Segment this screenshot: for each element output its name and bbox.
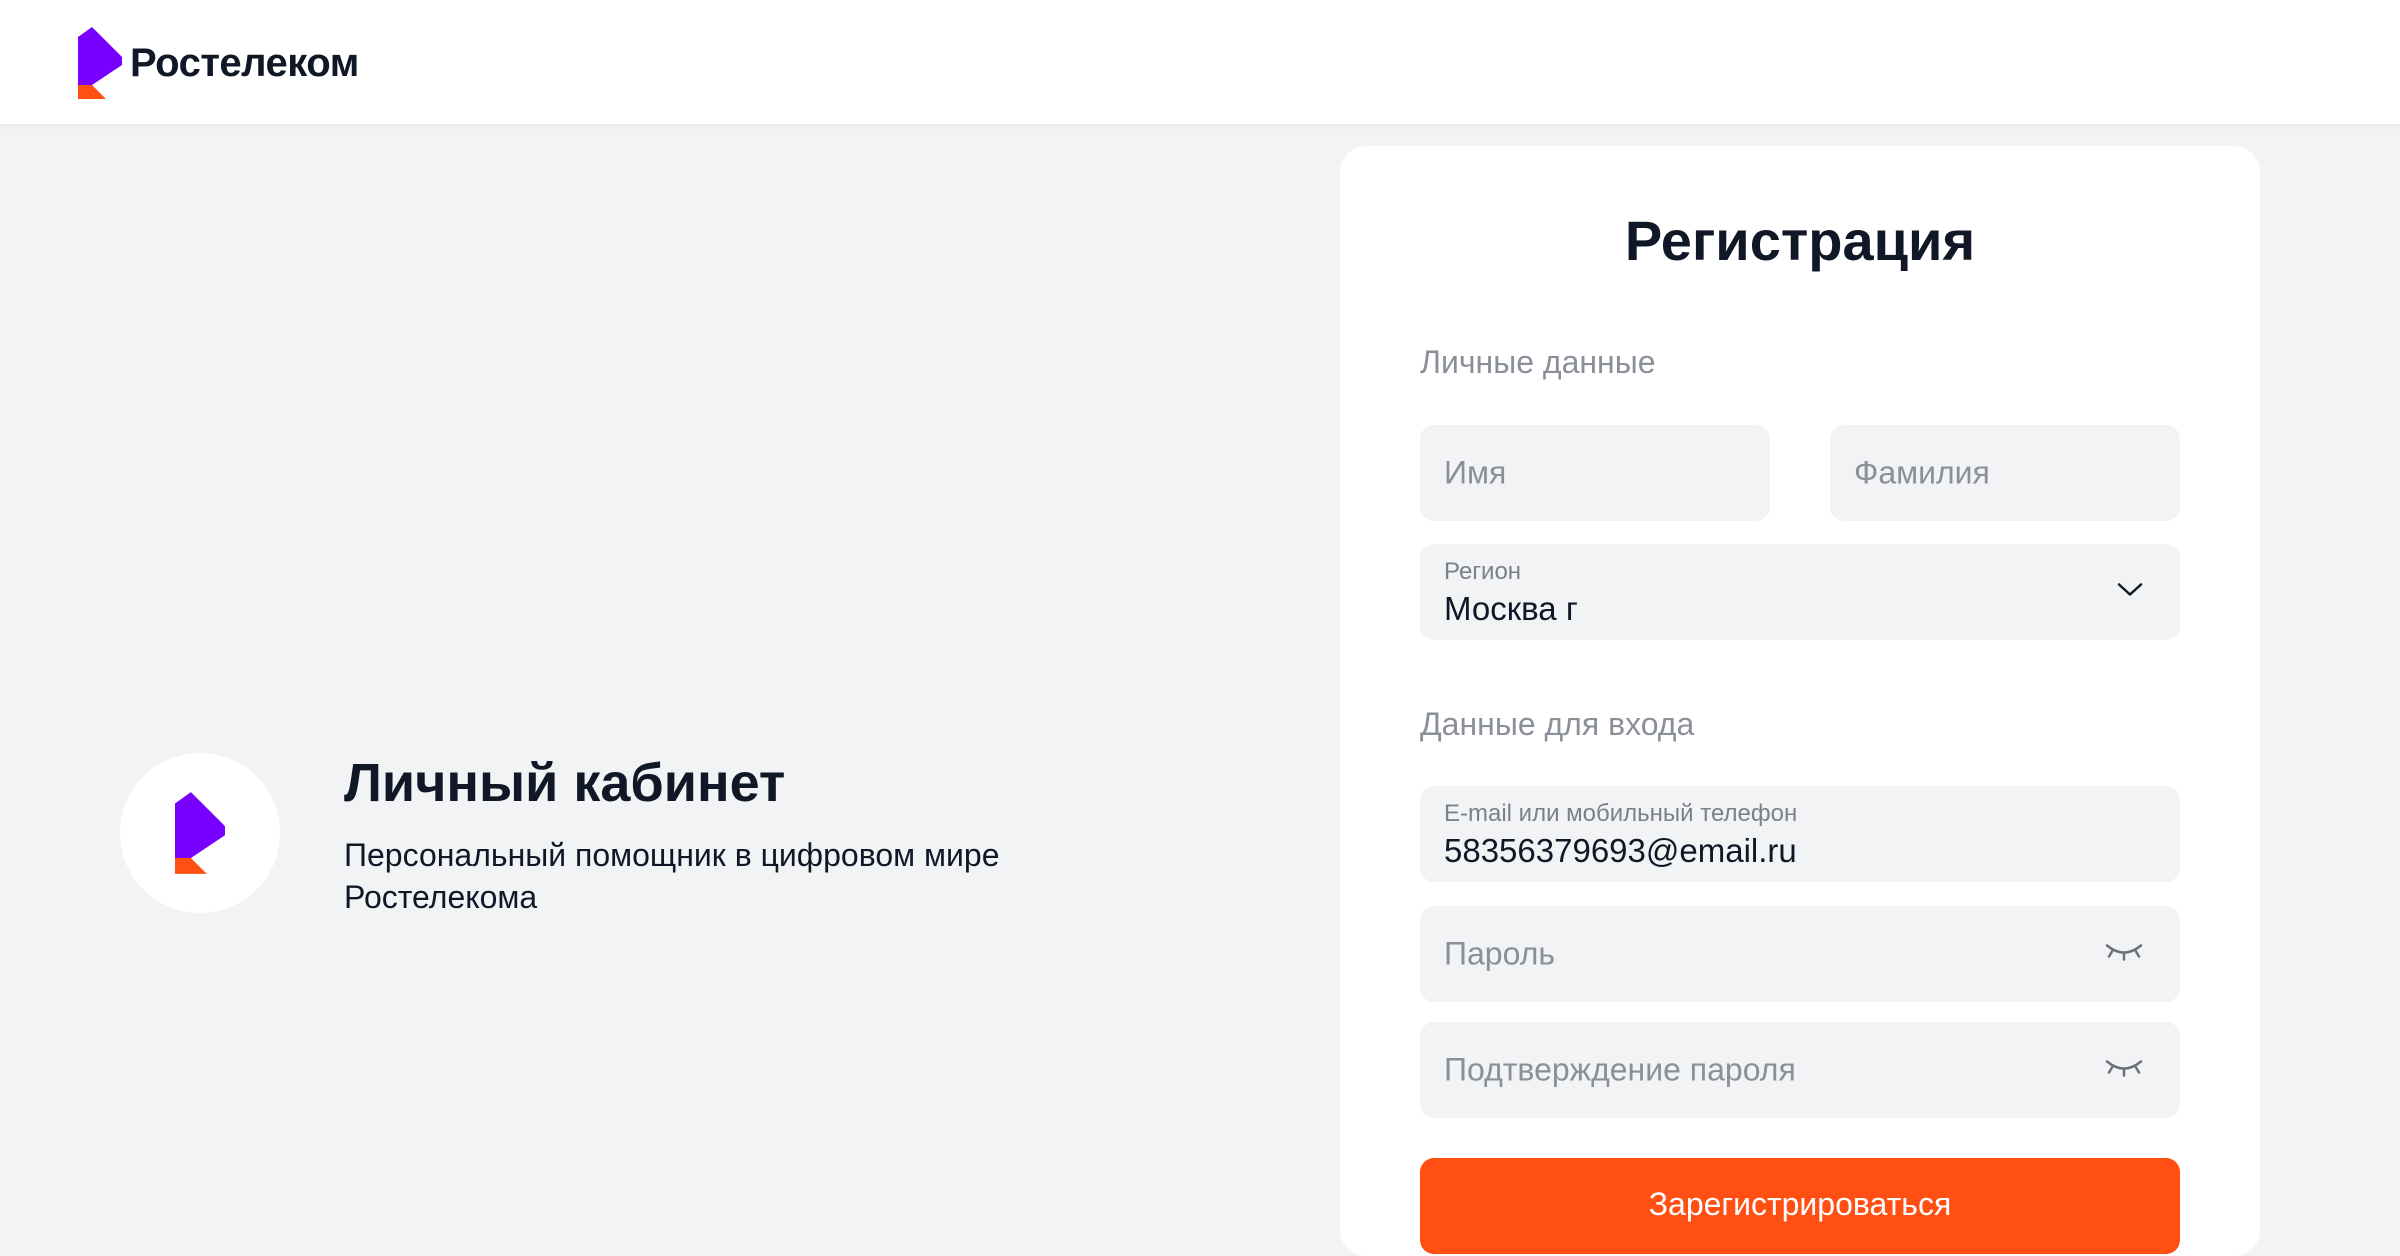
region-value: Москва г: [1444, 590, 1578, 627]
region-label: Регион: [1444, 558, 1522, 585]
login-field[interactable]: E-mail или мобильный телефон 58356379693…: [1420, 786, 2180, 882]
brand-name: Ростелеком: [130, 40, 359, 85]
form-title: Регистрация: [1624, 209, 1976, 272]
login-data-section-label: Данные для входа: [1420, 706, 1695, 742]
rostelecom-logo-icon: [175, 792, 225, 874]
eye-closed-icon[interactable]: [2104, 1056, 2144, 1085]
first-name-field[interactable]: Имя: [1420, 425, 1770, 521]
promo-title: Личный кабинет: [344, 753, 786, 813]
password-field[interactable]: Пароль: [1420, 906, 2180, 1002]
last-name-placeholder: Фамилия: [1854, 454, 1990, 491]
login-label: E-mail или мобильный телефон: [1444, 800, 1798, 827]
eye-closed-icon[interactable]: [2104, 940, 2144, 969]
last-name-field[interactable]: Фамилия: [1830, 425, 2180, 521]
region-select[interactable]: Регион Москва г: [1420, 544, 2180, 640]
promo-subtitle: Персональный помощник в цифровом мире Ро…: [344, 837, 1000, 915]
top-header: Ростелеком: [0, 0, 2400, 124]
login-value: 58356379693@email.ru: [1444, 832, 1797, 869]
rostelecom-logo-icon: [78, 27, 122, 99]
chevron-down-icon: [2116, 581, 2144, 604]
password-placeholder: Пароль: [1444, 935, 1556, 972]
personal-data-section-label: Личные данные: [1420, 344, 1656, 380]
brand-logo-link[interactable]: Ростелеком: [78, 26, 359, 100]
password-confirm-placeholder: Подтверждение пароля: [1444, 1051, 1796, 1088]
promo-logo: [120, 753, 280, 913]
register-button[interactable]: Зарегистрироваться: [1420, 1158, 2180, 1254]
password-confirm-field[interactable]: Подтверждение пароля: [1420, 1022, 2180, 1118]
first-name-placeholder: Имя: [1444, 454, 1507, 491]
